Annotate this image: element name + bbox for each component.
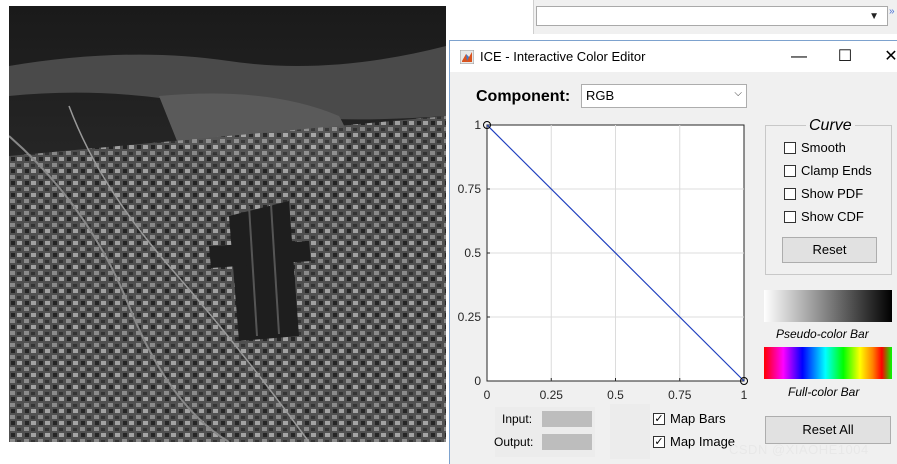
watermark: CSDN @XIAOHE1004 (729, 442, 869, 457)
reset-button[interactable]: Reset (782, 237, 877, 263)
background-window: ▼ » (533, 0, 897, 34)
curve-plot[interactable]: 0 0.25 0.5 0.75 1 0 0.25 0.5 0.75 1 (450, 41, 760, 411)
checkbox-box[interactable]: ✓ (653, 413, 665, 425)
map-options-area (610, 404, 650, 459)
minimize-button[interactable]: — (776, 41, 822, 72)
checkbox-label: Smooth (801, 140, 846, 155)
input-value (542, 411, 592, 427)
expand-icon[interactable]: » (889, 6, 897, 26)
checkbox-label: Clamp Ends (801, 163, 872, 178)
full-color-bar[interactable] (764, 347, 892, 379)
checkbox-box[interactable]: ✓ (653, 436, 665, 448)
x-tick-label: 0.75 (668, 388, 692, 402)
curve-panel-title: Curve (806, 117, 855, 135)
y-tick-label: 0 (474, 374, 481, 388)
ice-window: ICE - Interactive Color Editor — ☐ ✕ Com… (449, 40, 897, 464)
x-tick-label: 1 (741, 388, 748, 402)
pseudo-color-bar[interactable] (764, 290, 892, 322)
background-address-field[interactable]: ▼ (536, 6, 888, 26)
pseudo-color-bar-label: Pseudo-color Bar (776, 327, 869, 341)
checkbox-label: Show PDF (801, 186, 864, 201)
checkbox-label: Map Image (670, 434, 736, 449)
checkbox-box[interactable] (784, 188, 796, 200)
output-value (542, 434, 592, 450)
y-tick-label: 0.5 (464, 246, 481, 260)
y-tick-label: 0.75 (458, 182, 482, 196)
output-label: Output: (494, 435, 534, 449)
y-tick-label: 0.25 (458, 310, 482, 324)
full-color-bar-label: Full-color Bar (788, 385, 860, 399)
y-tick-label: 1 (474, 118, 481, 132)
checkbox-box[interactable] (784, 165, 796, 177)
checkbox-label: Map Bars (670, 411, 726, 426)
checkbox-box[interactable] (784, 142, 796, 154)
reset-all-button[interactable]: Reset All (765, 416, 891, 444)
x-tick-label: 0.25 (540, 388, 564, 402)
maximize-button[interactable]: ☐ (822, 41, 868, 72)
image-preview (9, 6, 446, 442)
input-label: Input: (502, 412, 533, 426)
x-tick-label: 0 (484, 388, 491, 402)
curve-panel: Curve Smooth Clamp Ends Show PDF Show CD… (765, 117, 892, 275)
x-tick-label: 0.5 (607, 388, 624, 402)
dropdown-arrow-icon[interactable]: ▼ (869, 11, 879, 22)
close-button[interactable]: ✕ (868, 41, 897, 72)
checkbox-label: Show CDF (801, 209, 864, 224)
checkbox-box[interactable] (784, 211, 796, 223)
